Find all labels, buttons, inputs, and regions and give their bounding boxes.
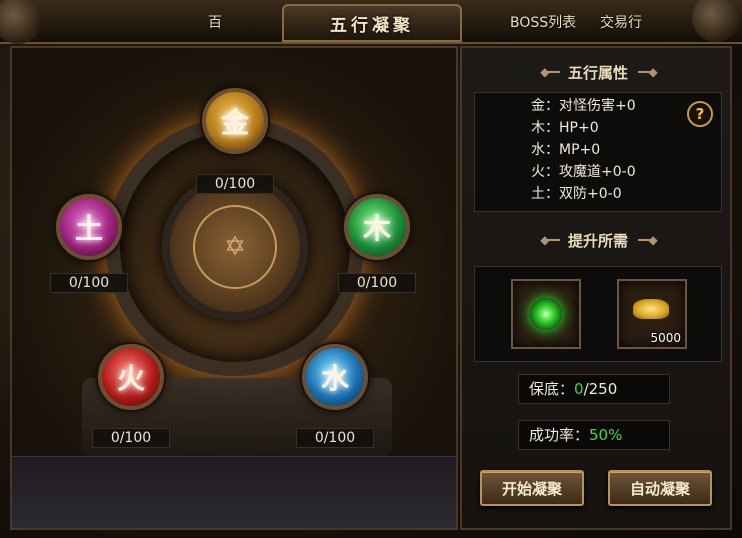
success-rate-label: 成功率：: [529, 426, 590, 444]
auto-condense-button[interactable]: 自动凝聚: [608, 470, 712, 506]
ornament-icon: ━━◆: [638, 65, 658, 79]
wood-count: 0/100: [338, 273, 416, 293]
top-tab-bar: 百 五行凝聚 BOSS列表 交易行: [0, 0, 742, 44]
fire-glyph: 火: [116, 362, 145, 395]
metal-count: 0/100: [196, 174, 274, 194]
water-glyph: 水: [320, 362, 349, 395]
guarantee-value: 0: [574, 380, 584, 398]
attr-earth: 土：双防+0-0: [531, 186, 622, 202]
earth-count: 0/100: [50, 273, 128, 293]
start-condense-button[interactable]: 开始凝聚: [480, 470, 584, 506]
attr-wood: 木：HP+0: [531, 120, 599, 136]
gold-quantity: 5000: [650, 331, 681, 345]
metal-glyph: 金: [220, 106, 249, 139]
wood-glyph: 木: [362, 212, 391, 245]
tab-trade[interactable]: 交易行: [600, 12, 642, 32]
attr-water: 水：MP+0: [531, 142, 601, 158]
success-rate-value: 50%: [589, 426, 623, 444]
guarantee-label: 保底：: [529, 380, 575, 398]
metal-orb[interactable]: 金: [202, 88, 268, 154]
guarantee-max: /250: [583, 380, 618, 398]
dragon-ornament-icon: [0, 0, 42, 44]
attributes-box: 金：对怪伤害+0 木：HP+0 水：MP+0 火：攻魔道+0-0 土：双防+0-…: [474, 92, 722, 212]
info-panel: ◆━━ 五行属性 ━━◆ 金：对怪伤害+0 木：HP+0 水：MP+0 火：攻魔…: [460, 46, 732, 530]
attributes-title: 五行属性: [567, 63, 628, 82]
tab-boss-list[interactable]: BOSS列表: [510, 12, 576, 32]
fire-count: 0/100: [92, 428, 170, 448]
guarantee-field: 保底：0/250: [518, 374, 670, 404]
item-slot-gold[interactable]: 5000: [617, 279, 687, 349]
hexagram-seal-icon: ✡: [193, 205, 277, 289]
help-icon[interactable]: ?: [687, 101, 713, 127]
gold-coins-icon: [633, 299, 669, 319]
requirements-title: 提升所需: [567, 231, 628, 250]
tab-partial[interactable]: 百: [208, 12, 222, 32]
earth-orb[interactable]: 土: [56, 194, 122, 260]
wood-orb[interactable]: 木: [344, 194, 410, 260]
ornament-icon: ━━◆: [638, 233, 658, 247]
attr-metal: 金：对怪伤害+0: [531, 98, 636, 114]
dragon-ornament-icon: [692, 0, 740, 42]
green-gem-icon: [530, 298, 562, 330]
ornament-icon: ◆━━: [540, 65, 560, 79]
left-panel-footer: [12, 456, 456, 528]
item-slot-gem[interactable]: [511, 279, 581, 349]
window-title: 五行凝聚: [282, 4, 462, 42]
wuxing-circle-panel: ✡ 金 0/100 土 0/100 木 0/100 火 0/100 水 0/10…: [10, 46, 458, 530]
ornament-icon: ◆━━: [540, 233, 560, 247]
fire-orb[interactable]: 火: [98, 344, 164, 410]
wuxing-window: 百 五行凝聚 BOSS列表 交易行 ✡ 金 0/100 土 0/100 木 0/…: [0, 0, 742, 538]
attr-fire: 火：攻魔道+0-0: [531, 164, 636, 180]
water-orb[interactable]: 水: [302, 344, 368, 410]
water-count: 0/100: [296, 428, 374, 448]
earth-glyph: 土: [74, 212, 103, 245]
success-rate-field: 成功率：50%: [518, 420, 670, 450]
requirements-header: ◆━━ 提升所需 ━━◆: [462, 228, 734, 252]
requirements-box: 5000: [474, 266, 722, 362]
attributes-header: ◆━━ 五行属性 ━━◆: [462, 60, 734, 84]
